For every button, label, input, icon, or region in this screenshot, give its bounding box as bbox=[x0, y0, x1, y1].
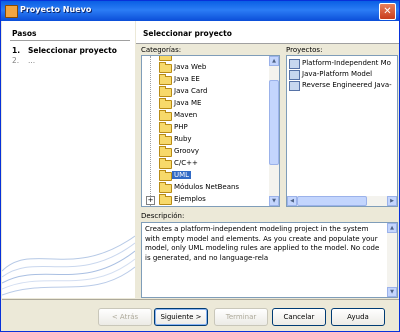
uml-project-icon bbox=[289, 59, 300, 69]
next-button[interactable]: Siguiente > bbox=[154, 308, 208, 326]
description-label: Descripción: bbox=[141, 212, 185, 220]
expand-toggle[interactable]: + bbox=[146, 196, 155, 205]
categories-tree[interactable]: Java Web Java EE Java Card Java ME Maven… bbox=[141, 55, 280, 207]
scroll-right-arrow-icon[interactable]: ▶ bbox=[387, 196, 397, 206]
back-button[interactable]: < Atrás bbox=[98, 308, 152, 326]
tree-item-partial bbox=[142, 56, 267, 62]
step-label: Seleccionar proyecto bbox=[28, 46, 117, 55]
scroll-left-arrow-icon[interactable]: ◀ bbox=[287, 196, 297, 206]
window-title: Proyecto Nuevo bbox=[20, 5, 92, 14]
button-bar-divider bbox=[2, 299, 399, 300]
decorative-waves bbox=[2, 235, 135, 296]
step-label: ... bbox=[28, 56, 36, 65]
category-item-selected[interactable]: UML bbox=[142, 170, 267, 182]
folder-icon bbox=[159, 134, 172, 145]
folder-icon bbox=[159, 158, 172, 169]
project-label: Reverse Engineered Java- bbox=[302, 81, 392, 89]
finish-button[interactable]: Terminar bbox=[214, 308, 268, 326]
folder-icon bbox=[159, 170, 172, 181]
scroll-up-arrow-icon[interactable]: ▲ bbox=[387, 223, 397, 233]
scroll-thumb[interactable] bbox=[297, 196, 367, 206]
description-text: Creates a platform-independent modeling … bbox=[145, 225, 380, 262]
uml-project-icon bbox=[289, 70, 300, 80]
description-scrollbar[interactable]: ▲ ▼ bbox=[387, 223, 397, 297]
steps-panel: Pasos 1. Seleccionar proyecto 2.... bbox=[2, 21, 135, 298]
step-item-1: 1. Seleccionar proyecto bbox=[12, 46, 117, 55]
content-divider bbox=[136, 43, 399, 44]
description-box: Creates a platform-independent modeling … bbox=[141, 222, 398, 298]
category-item[interactable]: Módulos NetBeans bbox=[142, 182, 267, 194]
categories-scrollbar[interactable]: ▲ ▼ bbox=[269, 56, 279, 206]
category-label: PHP bbox=[174, 123, 188, 131]
category-item[interactable]: Java ME bbox=[142, 98, 267, 110]
category-label: C/C++ bbox=[174, 159, 198, 167]
steps-divider bbox=[10, 40, 130, 41]
title-bar[interactable]: Proyecto Nuevo ✕ bbox=[1, 1, 399, 21]
folder-icon bbox=[159, 122, 172, 133]
category-label: Java Card bbox=[174, 87, 208, 95]
help-button[interactable]: Ayuda bbox=[331, 308, 385, 326]
folder-icon bbox=[159, 86, 172, 97]
category-label: Maven bbox=[174, 111, 198, 119]
cancel-button[interactable]: Cancelar bbox=[272, 308, 326, 326]
category-label: Java EE bbox=[174, 75, 200, 83]
projects-hscrollbar[interactable]: ◀ ▶ bbox=[287, 196, 397, 206]
category-label: Java ME bbox=[174, 99, 202, 107]
category-label: Ejemplos bbox=[174, 195, 206, 203]
category-label: Groovy bbox=[174, 147, 199, 155]
projects-list[interactable]: Platform-Independent Mo Java-Platform Mo… bbox=[286, 55, 398, 207]
steps-title: Pasos bbox=[12, 29, 37, 38]
content-header: Seleccionar proyecto bbox=[136, 21, 399, 43]
category-label: Módulos NetBeans bbox=[174, 183, 240, 191]
folder-icon bbox=[159, 62, 172, 73]
folder-icon bbox=[159, 98, 172, 109]
scroll-down-arrow-icon[interactable]: ▼ bbox=[269, 196, 279, 206]
folder-icon bbox=[159, 110, 172, 121]
category-item[interactable]: C/C++ bbox=[142, 158, 267, 170]
category-item[interactable]: Maven bbox=[142, 110, 267, 122]
category-item[interactable]: Groovy bbox=[142, 146, 267, 158]
step-number: 1. bbox=[12, 46, 21, 55]
new-project-dialog: Proyecto Nuevo ✕ Pasos 1. Seleccionar pro… bbox=[0, 0, 400, 332]
project-label: Java-Platform Model bbox=[302, 70, 373, 78]
close-button[interactable]: ✕ bbox=[379, 3, 396, 20]
category-item[interactable]: Java EE bbox=[142, 74, 267, 86]
step-item-2: 2.... bbox=[12, 56, 35, 65]
category-label: Java Web bbox=[174, 63, 207, 71]
scroll-up-arrow-icon[interactable]: ▲ bbox=[269, 56, 279, 66]
folder-icon bbox=[159, 56, 172, 61]
category-item[interactable]: Java Card bbox=[142, 86, 267, 98]
category-item[interactable]: PHP bbox=[142, 122, 267, 134]
scroll-down-arrow-icon[interactable]: ▼ bbox=[387, 287, 397, 297]
category-label: Ruby bbox=[174, 135, 192, 143]
folder-icon bbox=[159, 146, 172, 157]
category-item[interactable]: Java Web bbox=[142, 62, 267, 74]
project-label: Platform-Independent Mo bbox=[302, 59, 391, 67]
netbeans-app-icon bbox=[5, 5, 18, 18]
category-item[interactable]: + Ejemplos bbox=[142, 194, 267, 206]
folder-icon bbox=[159, 74, 172, 85]
scroll-thumb[interactable] bbox=[269, 80, 279, 165]
uml-project-icon bbox=[289, 81, 300, 91]
folder-icon bbox=[159, 194, 172, 205]
categories-label: Categorías: bbox=[141, 46, 182, 54]
category-label: UML bbox=[172, 171, 192, 179]
category-item[interactable]: Ruby bbox=[142, 134, 267, 146]
folder-icon bbox=[159, 182, 172, 193]
projects-label: Proyectos: bbox=[286, 46, 323, 54]
content-title: Seleccionar proyecto bbox=[143, 29, 232, 38]
step-number: 2. bbox=[12, 56, 20, 65]
